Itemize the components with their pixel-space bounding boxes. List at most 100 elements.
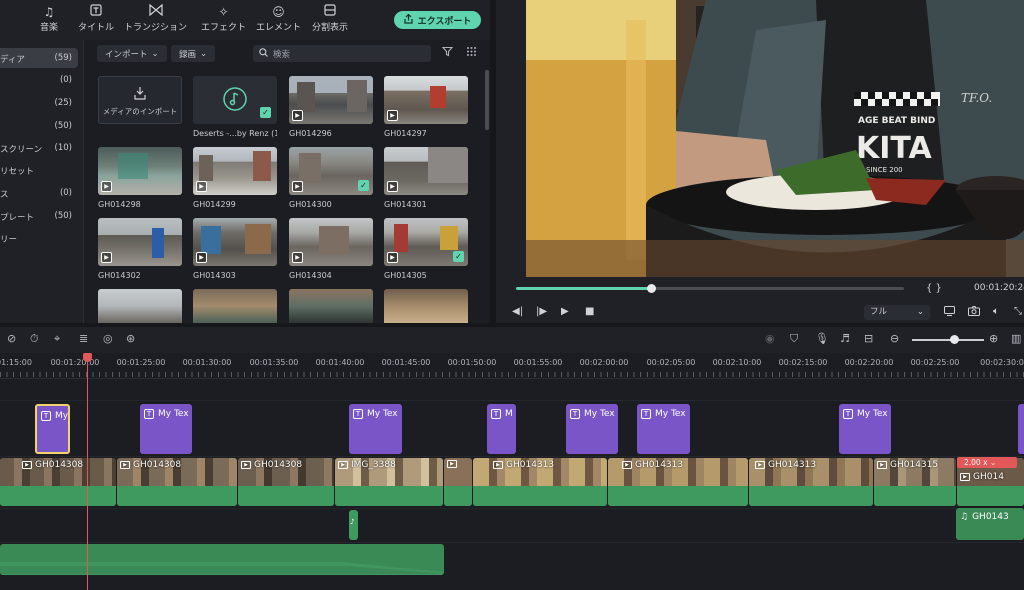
tab-music[interactable]: ♫ 音楽 — [40, 4, 58, 33]
frame-forward-icon[interactable]: |▶ — [536, 306, 547, 318]
video-clip[interactable]: ▶ IMG_3388 — [335, 458, 443, 506]
tab-split-screen[interactable]: 分割表示 — [312, 4, 348, 33]
media-tile-video[interactable]: ▶ ✓ — [384, 218, 468, 266]
timeline-ruler[interactable]: 01:15:00 00:01:20:00 00:01:25:00 00:01:3… — [0, 353, 1024, 379]
timeline-zoom-slider[interactable] — [912, 335, 984, 344]
ruler-label: 00:02:30:0 — [980, 358, 1024, 367]
title-clip[interactable] — [1018, 404, 1024, 454]
media-tile-video[interactable] — [193, 289, 277, 323]
zoom-in-icon[interactable]: ⊕ — [989, 332, 998, 346]
monitor-icon[interactable] — [944, 306, 955, 320]
tab-transition[interactable]: トランジション — [124, 3, 187, 33]
media-tile-video[interactable]: ▶ — [384, 147, 468, 195]
video-icon: ▶ — [622, 461, 632, 469]
music-track-clip[interactable] — [0, 544, 444, 575]
media-tile-video[interactable] — [98, 289, 182, 323]
title-clip[interactable]: TM — [487, 404, 516, 454]
tab-title[interactable]: タイトル — [78, 4, 114, 33]
title-clip[interactable]: T My Tex — [140, 404, 192, 454]
microphone-icon[interactable]: 🎙︎ — [815, 332, 829, 346]
media-tile-video[interactable]: ▶ — [193, 218, 277, 266]
replace-icon[interactable]: ⊟ — [864, 332, 873, 346]
media-tile-video[interactable]: ▶ — [289, 76, 373, 124]
sidebar-item-folder-2[interactable]: (25) — [0, 93, 78, 113]
quality-dropdown[interactable]: フル ⌄ — [864, 305, 930, 320]
title-clip[interactable]: T My Tex — [637, 404, 690, 454]
play-icon[interactable]: ▶ — [561, 306, 569, 318]
zoom-slider-handle[interactable] — [949, 335, 959, 344]
media-tile-video[interactable]: ▶ — [289, 218, 373, 266]
playhead-handle[interactable] — [83, 353, 92, 362]
video-clip[interactable]: ▶ GH014313 — [749, 458, 873, 506]
sidebar-item-folder-1[interactable]: (0) — [0, 70, 78, 90]
track-layout-icon[interactable]: ▥ — [1011, 332, 1021, 346]
video-clip[interactable]: ▶ GH014313 — [473, 458, 607, 506]
audio-clip[interactable]: ♫ GH0143 — [956, 508, 1024, 540]
color-tag-icon[interactable]: ⌖ — [54, 332, 60, 346]
sidebar-item-folder-3[interactable]: (50) — [0, 116, 78, 136]
video-icon: ▶ — [120, 461, 130, 469]
sidebar-item-library[interactable]: リー — [0, 228, 78, 248]
speed-badge[interactable]: 2.00 x ⌄ — [957, 457, 1017, 468]
media-tile-video[interactable]: ▶ — [98, 147, 182, 195]
video-clip[interactable]: ▶ GH014313 — [608, 458, 748, 506]
sidebar-item-preset[interactable]: リセット — [0, 160, 78, 180]
media-tile-audio[interactable]: ✓ — [193, 76, 277, 124]
volume-icon[interactable]: 🔈︎ — [993, 306, 999, 318]
video-clip[interactable]: ▶ GH014308 — [117, 458, 237, 506]
title-clip[interactable]: T My Tex — [839, 404, 891, 454]
ruler-label: 00:01:45:00 — [381, 358, 431, 367]
title-clip[interactable]: T My — [35, 404, 70, 454]
search-input[interactable]: 検索 — [253, 45, 431, 62]
media-tile-video[interactable]: ▶ ✓ — [289, 147, 373, 195]
playback-scrubber[interactable] — [516, 284, 904, 293]
audio-mix-icon[interactable]: ♬ — [840, 332, 850, 346]
title-clip[interactable]: T My Tex — [349, 404, 402, 454]
media-tile-caption: GH014300 — [289, 200, 332, 209]
media-tile-video[interactable]: ▶ — [193, 147, 277, 195]
zoom-out-icon[interactable]: ⊖ — [890, 332, 899, 346]
sidebar-item-screen[interactable]: スクリーン (10) — [0, 138, 78, 158]
media-tile-caption: GH014304 — [289, 271, 332, 280]
video-icon: ▶ — [387, 181, 398, 192]
ruler-label: 00:01:35:00 — [249, 358, 299, 367]
media-scrollbar[interactable] — [485, 70, 489, 130]
tab-effect[interactable]: ✧ エフェクト — [201, 4, 246, 33]
media-tile-video[interactable] — [384, 289, 468, 323]
mark-in-out-brackets[interactable]: { } — [926, 283, 942, 295]
render-icon[interactable]: ◉ — [765, 332, 775, 346]
ruler-label: 00:01:50:00 — [447, 358, 497, 367]
snapshot-camera-icon[interactable] — [968, 306, 980, 320]
import-dropdown[interactable]: インポート ⌄ — [97, 45, 167, 62]
media-tile-video[interactable] — [289, 289, 373, 323]
import-media-tile[interactable]: メディアのインポート — [98, 76, 182, 124]
sidebar-item-media[interactable]: ディア (59) — [0, 48, 78, 68]
fullscreen-icon[interactable]: ⤡ — [1014, 306, 1022, 318]
stabilize-icon[interactable]: ⊛ — [126, 332, 135, 346]
marker-shield-icon[interactable]: ⛉ — [790, 332, 798, 346]
filter-icon[interactable] — [441, 46, 454, 60]
tab-element[interactable]: ☺ エレメント — [256, 4, 301, 33]
grid-view-icon[interactable] — [466, 46, 477, 60]
adjust-sliders-icon[interactable]: ≣ — [79, 332, 88, 346]
sidebar-item-folder-6[interactable]: ス (0) — [0, 183, 78, 203]
media-tile-video[interactable]: ▶ — [98, 218, 182, 266]
audio-clip-small[interactable]: ♪ — [349, 510, 358, 540]
video-clip[interactable]: ▶ GH014315 — [874, 458, 956, 506]
video-clip[interactable]: ▶ GH014308 — [238, 458, 334, 506]
export-button[interactable]: エクスポート — [394, 11, 481, 29]
speed-timer-icon[interactable]: ⏱︎ — [30, 332, 39, 346]
video-clip[interactable]: ▶ GH014308 — [0, 458, 116, 506]
preview-viewport[interactable]: AGE BEAT BIND KITA SINCE 200 TF.O. — [526, 0, 1024, 277]
record-dropdown[interactable]: 録画 ⌄ — [171, 45, 216, 62]
media-tile-video[interactable]: ▶ — [384, 76, 468, 124]
video-icon: ▶ — [241, 461, 251, 469]
stop-icon[interactable]: ■ — [585, 306, 594, 318]
scrubber-handle[interactable] — [646, 284, 656, 293]
step-back-icon[interactable]: ◀| — [512, 306, 523, 318]
scissors-icon[interactable]: ⊘ — [7, 332, 16, 346]
motion-track-icon[interactable]: ◎ — [103, 332, 113, 346]
title-clip[interactable]: T My Tex — [566, 404, 618, 454]
sidebar-item-template[interactable]: プレート (50) — [0, 206, 78, 226]
video-clip[interactable]: ▶ — [444, 458, 472, 506]
